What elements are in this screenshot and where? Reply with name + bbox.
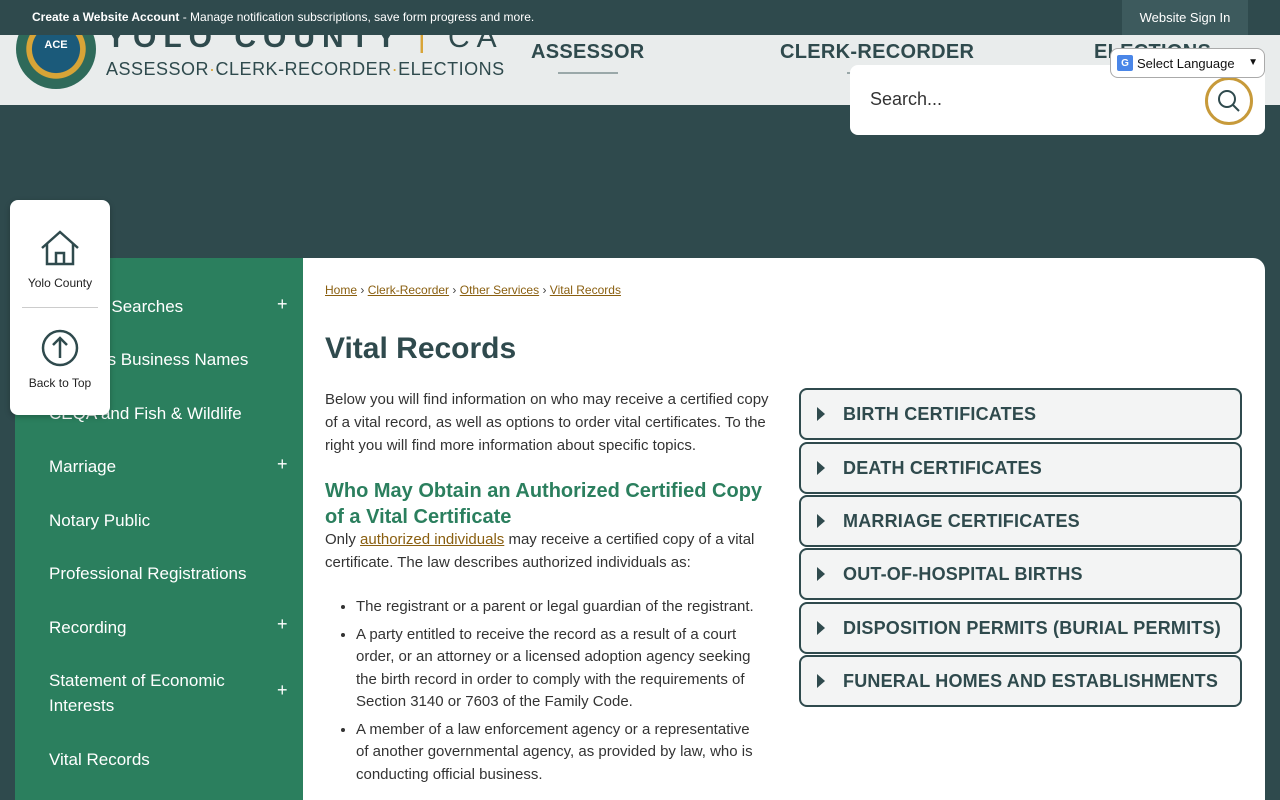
expand-recording-icon[interactable]: + — [277, 614, 288, 635]
brand-sub-clerk: CLERK-RECORDER — [215, 59, 392, 79]
authorized-individuals-link[interactable]: authorized individuals — [360, 531, 504, 548]
home-icon — [41, 230, 79, 266]
notification-bar: Create a Website Account - Manage notifi… — [0, 0, 1280, 35]
accordion-funeral-homes[interactable]: FUNERAL HOMES AND ESTABLISHMENTS — [799, 655, 1242, 707]
search-icon — [1218, 90, 1240, 112]
breadcrumb-clerk-recorder[interactable]: Clerk-Recorder — [368, 283, 449, 297]
google-translate-icon: G — [1117, 55, 1133, 71]
accordion-label: MARRIAGE CERTIFICATES — [843, 511, 1080, 531]
chevron-down-icon: ▼ — [1248, 57, 1258, 68]
yolo-county-label: Yolo County — [27, 276, 93, 290]
authorized-individuals-list: The registrant or a parent or legal guar… — [356, 596, 761, 791]
sidebar-item-statement-economic-interests[interactable]: Statement of Economic Interests — [49, 668, 269, 718]
search-button[interactable] — [1205, 77, 1253, 125]
accordion-label: BIRTH CERTIFICATES — [843, 404, 1037, 424]
breadcrumb-separator: › — [542, 283, 547, 297]
accordion-label: DISPOSITION PERMITS (BURIAL PERMITS) — [843, 618, 1221, 638]
breadcrumb-separator: › — [452, 283, 457, 297]
nav-assessor[interactable]: ASSESSOR — [531, 41, 645, 74]
brand-sub-elections: ELECTIONS — [398, 59, 505, 79]
list-item: The registrant or a parent or legal guar… — [356, 596, 761, 619]
caret-right-icon — [817, 461, 825, 475]
sidebar-item-marriage[interactable]: Marriage — [49, 454, 269, 479]
brand-state: CA — [447, 35, 504, 54]
caret-right-icon — [817, 621, 825, 635]
sidebar-item-notary-public[interactable]: Notary Public — [49, 508, 269, 533]
breadcrumb-separator: › — [360, 283, 365, 297]
back-to-top-label: Back to Top — [28, 376, 92, 390]
caret-right-icon — [817, 674, 825, 688]
accordion-out-of-hospital-births[interactable]: OUT-OF-HOSPITAL BIRTHS — [799, 548, 1242, 600]
back-to-top-button[interactable]: Back to Top — [10, 328, 110, 390]
brand-sub-assessor: ASSESSOR — [106, 59, 210, 79]
expand-marriage-icon[interactable]: + — [277, 454, 288, 475]
quick-links-divider — [22, 307, 98, 308]
breadcrumb-vital-records[interactable]: Vital Records — [550, 283, 621, 297]
section-paragraph: Only authorized individuals may receive … — [325, 528, 775, 574]
website-sign-in-button[interactable]: Website Sign In — [1122, 0, 1248, 35]
list-item: A party entitled to receive the record a… — [356, 624, 761, 714]
intro-paragraph: Below you will find information on who m… — [325, 391, 769, 454]
search-input[interactable]: Search... — [870, 89, 942, 110]
accordion-label: OUT-OF-HOSPITAL BIRTHS — [843, 564, 1083, 584]
county-seal-logo[interactable]: ACE — [16, 35, 96, 89]
accordion-marriage-certificates[interactable]: MARRIAGE CERTIFICATES — [799, 495, 1242, 547]
language-select[interactable]: G Select Language ▼ — [1110, 48, 1265, 78]
sidebar-item-recording[interactable]: Recording — [49, 615, 269, 640]
caret-right-icon — [817, 407, 825, 421]
accordion-label: DEATH CERTIFICATES — [843, 458, 1042, 478]
arrow-up-icon — [41, 329, 79, 367]
expand-statement-economic-interests-icon[interactable]: + — [277, 680, 288, 701]
section-heading: Who May Obtain an Authorized Certified C… — [325, 480, 763, 528]
quick-links-panel: Yolo County Back to Top — [10, 200, 110, 415]
brand-divider: | — [417, 35, 433, 54]
expand-maps-searches-icon[interactable]: + — [277, 294, 288, 315]
breadcrumb-other-services[interactable]: Other Services — [460, 283, 539, 297]
main-content: Home › Clerk-Recorder › Other Services ›… — [303, 258, 1265, 800]
breadcrumb-home[interactable]: Home — [325, 283, 357, 297]
accordion-birth-certificates[interactable]: BIRTH CERTIFICATES — [799, 388, 1242, 440]
account-message: Create a Website Account - Manage notifi… — [32, 10, 534, 24]
brand-county: YOLO COUNTY — [106, 35, 403, 54]
brand-name[interactable]: YOLO COUNTY | CA — [106, 35, 504, 55]
breadcrumb: Home › Clerk-Recorder › Other Services ›… — [325, 283, 621, 297]
language-select-label: Select Language — [1137, 55, 1235, 71]
yolo-county-home-link[interactable]: Yolo County — [10, 228, 110, 290]
sidebar-item-vital-records[interactable]: Vital Records — [49, 747, 269, 772]
account-message-text: - Manage notification subscriptions, sav… — [179, 10, 535, 24]
accordion-label: FUNERAL HOMES AND ESTABLISHMENTS — [843, 671, 1219, 691]
seal-text: ACE — [44, 39, 68, 51]
caret-right-icon — [817, 514, 825, 528]
caret-right-icon — [817, 567, 825, 581]
accordion-death-certificates[interactable]: DEATH CERTIFICATES — [799, 442, 1242, 494]
page-title: Vital Records — [325, 332, 517, 365]
list-item: A member of a law enforcement agency or … — [356, 719, 761, 787]
brand-subtitle: ASSESSOR·CLERK-RECORDER·ELECTIONS — [106, 59, 505, 80]
sidebar-item-professional-registrations[interactable]: Professional Registrations — [49, 561, 269, 586]
accordion-disposition-permits[interactable]: DISPOSITION PERMITS (BURIAL PERMITS) — [799, 602, 1242, 654]
section-text-pre: Only — [325, 531, 361, 548]
create-account-link[interactable]: Create a Website Account — [32, 10, 179, 24]
